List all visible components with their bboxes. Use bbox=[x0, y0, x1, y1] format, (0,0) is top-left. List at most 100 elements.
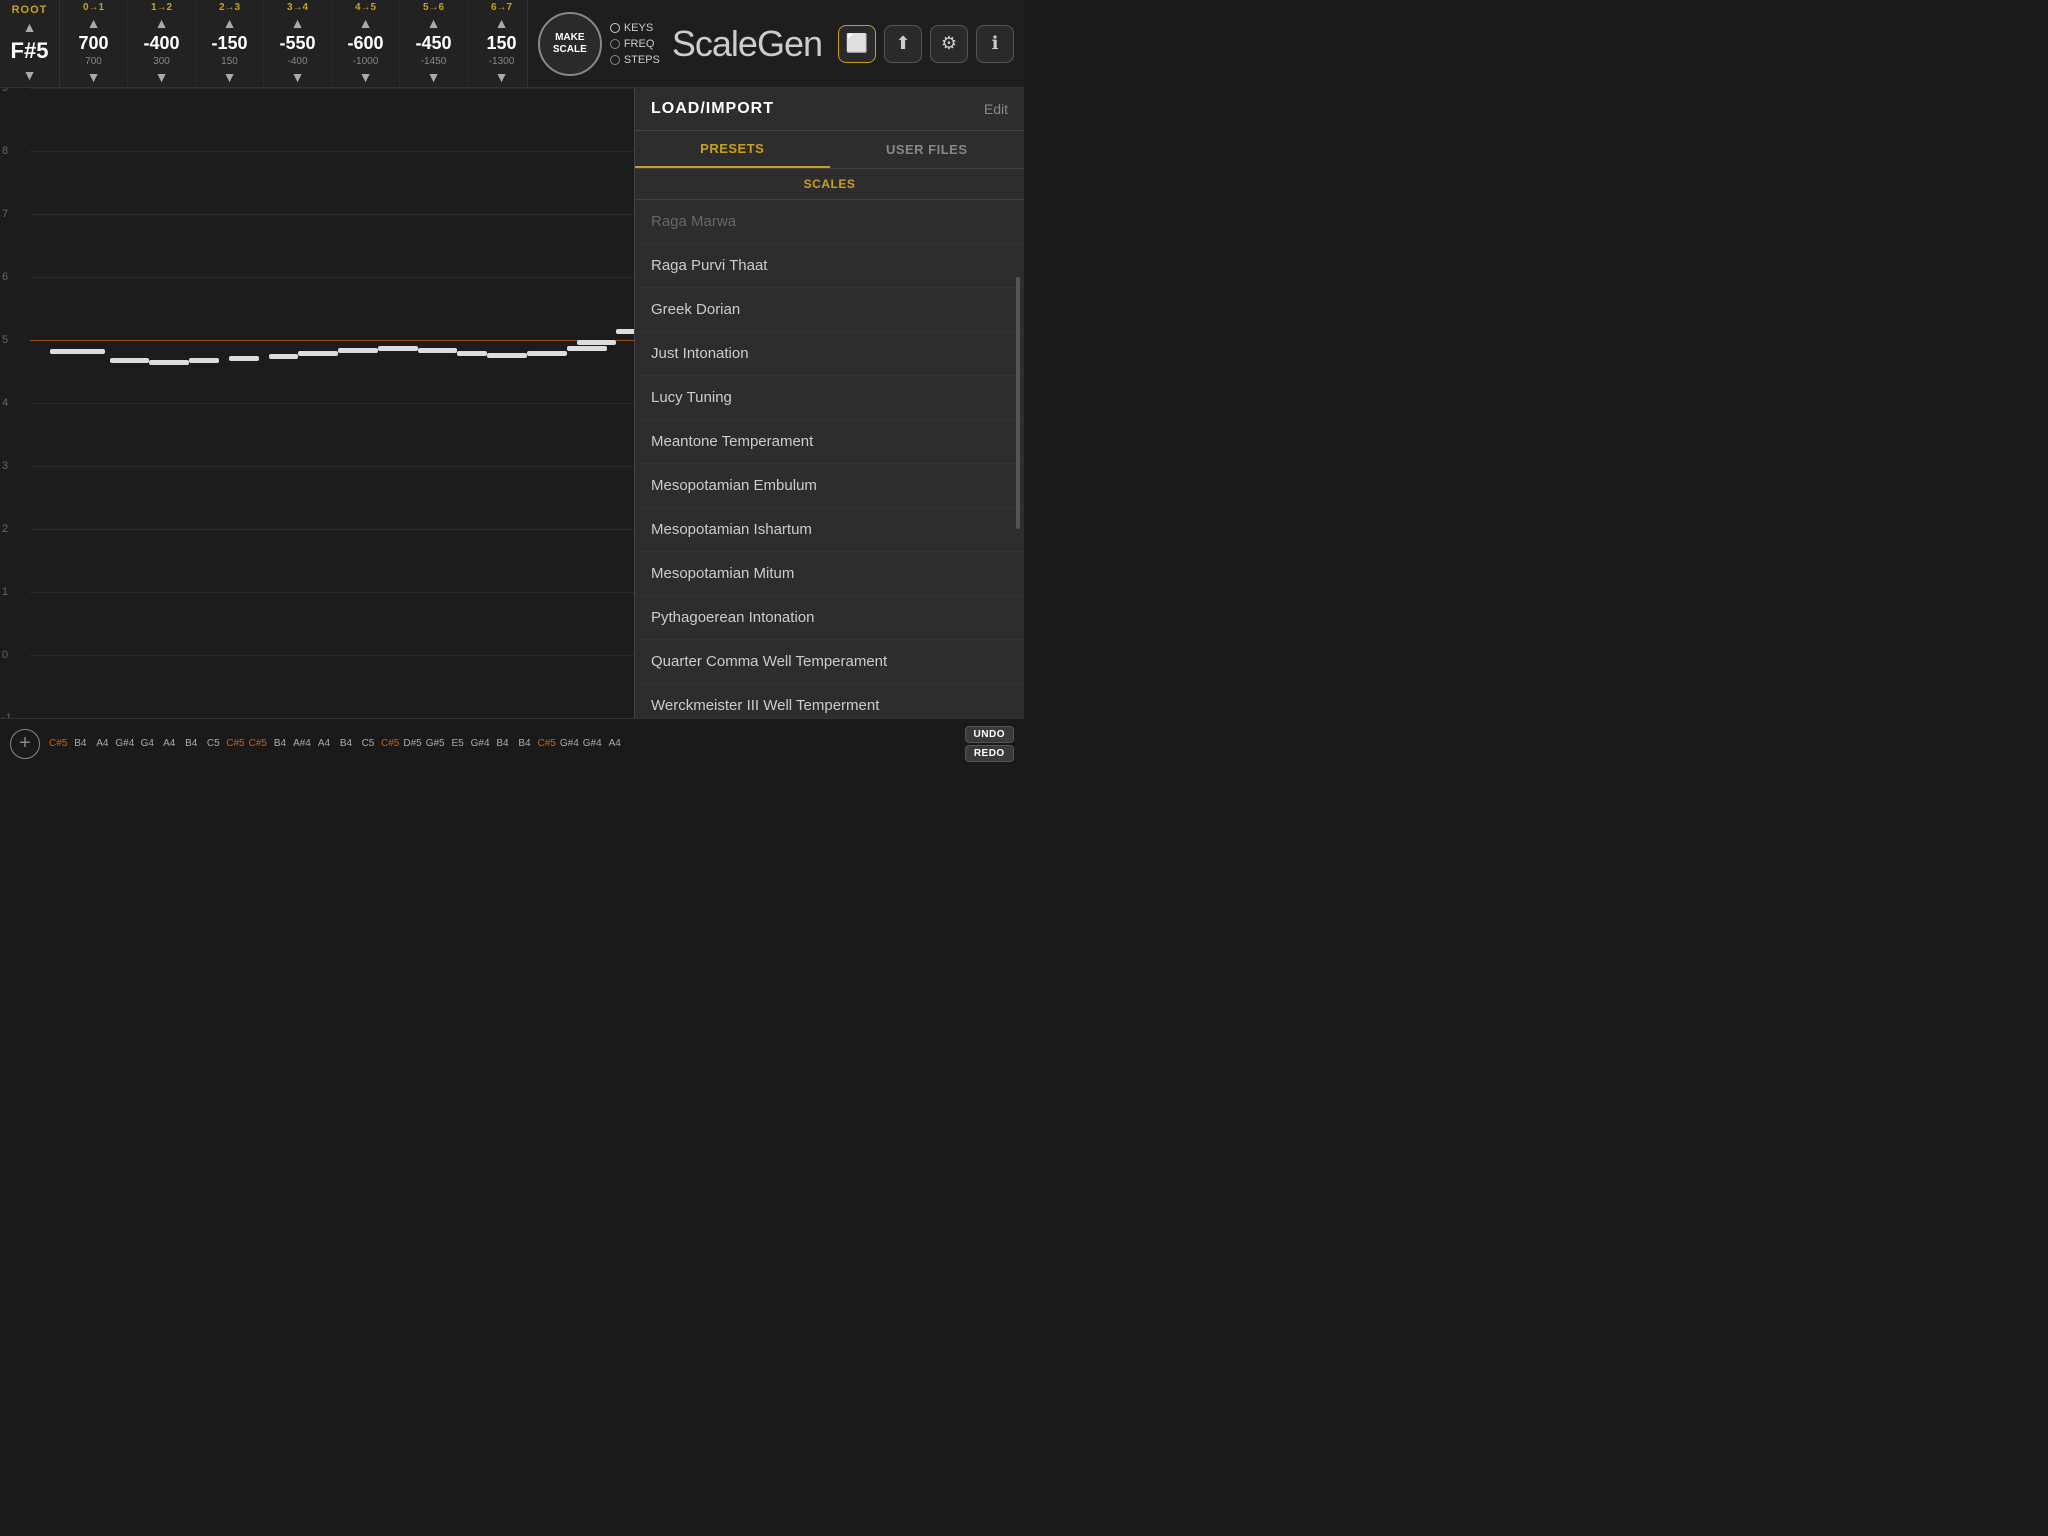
interval-col-5: 5→6 ▲ -450 -1450 ▼ bbox=[400, 0, 468, 87]
interval-down-0[interactable]: ▼ bbox=[86, 69, 102, 85]
scale-item-2[interactable]: Greek Dorian bbox=[635, 288, 1024, 332]
scale-item-6[interactable]: Mesopotamian Embulum bbox=[635, 464, 1024, 508]
user-files-tab[interactable]: USER FILES bbox=[830, 131, 1025, 168]
interval-value-3: -550 bbox=[279, 33, 315, 54]
note-bar-0 bbox=[50, 349, 105, 354]
interval-up-2[interactable]: ▲ bbox=[222, 15, 238, 31]
note-bar-2 bbox=[149, 360, 189, 365]
interval-down-2[interactable]: ▼ bbox=[222, 69, 238, 85]
note-label-13: B4 bbox=[336, 736, 356, 751]
interval-col-0: 0→1 ▲ 700 700 ▼ bbox=[60, 0, 128, 87]
interval-col-1: 1→2 ▲ -400 300 ▼ bbox=[128, 0, 196, 87]
edit-btn[interactable]: Edit bbox=[984, 101, 1008, 117]
interval-sub-4: -1000 bbox=[353, 56, 379, 67]
scales-subtab[interactable]: SCALES bbox=[635, 169, 1024, 199]
grid-label-8: 8 bbox=[2, 145, 8, 157]
note-bar-14 bbox=[577, 340, 617, 345]
interval-down-6[interactable]: ▼ bbox=[494, 69, 510, 85]
note-bar-11 bbox=[487, 353, 527, 358]
interval-label-2: 2→3 bbox=[219, 2, 240, 13]
tabs-row: PRESETS USER FILES bbox=[635, 131, 1024, 169]
make-scale-btn[interactable]: MAKESCALE bbox=[538, 12, 602, 76]
interval-up-3[interactable]: ▲ bbox=[290, 15, 306, 31]
radio-circle-steps bbox=[610, 55, 620, 65]
interval-up-1[interactable]: ▲ bbox=[154, 15, 170, 31]
note-bar-10 bbox=[457, 351, 487, 356]
radio-steps-label: STEPS bbox=[624, 54, 660, 66]
note-label-20: B4 bbox=[493, 736, 513, 751]
interval-col-6: 6→7 ▲ 150 -1300 ▼ bbox=[468, 0, 536, 87]
scale-item-0[interactable]: Raga Marwa bbox=[635, 200, 1024, 244]
interval-label-5: 5→6 bbox=[423, 2, 444, 13]
scale-item-5[interactable]: Meantone Temperament bbox=[635, 420, 1024, 464]
interval-label-1: 1→2 bbox=[151, 2, 172, 13]
redo-btn[interactable]: REDO bbox=[965, 745, 1014, 762]
top-bar: ROOT ▲ F#5 ▼ 0→1 ▲ 700 700 ▼ 1→2 ▲ -400 … bbox=[0, 0, 1024, 88]
subtabs-row: SCALES bbox=[635, 169, 1024, 200]
undo-btn[interactable]: UNDO bbox=[965, 726, 1014, 743]
note-label-12: A4 bbox=[314, 736, 334, 751]
note-label-21: B4 bbox=[515, 736, 535, 751]
interval-down-4[interactable]: ▼ bbox=[358, 69, 374, 85]
note-label-2: A4 bbox=[92, 736, 112, 751]
note-label-17: G#5 bbox=[425, 736, 446, 751]
interval-up-6[interactable]: ▲ bbox=[494, 15, 510, 31]
note-bar-9 bbox=[418, 348, 458, 353]
interval-col-4: 4→5 ▲ -600 -1000 ▼ bbox=[332, 0, 400, 87]
scale-item-8[interactable]: Mesopotamian Mitum bbox=[635, 552, 1024, 596]
note-labels: C#5B4A4G#4G4A4B4C5C#5C#5B4A#4A4B4C5C#5D#… bbox=[48, 736, 1014, 751]
note-label-24: G#4 bbox=[582, 736, 603, 751]
presets-tab[interactable]: PRESETS bbox=[635, 131, 830, 168]
scale-item-4[interactable]: Lucy Tuning bbox=[635, 376, 1024, 420]
note-label-7: C5 bbox=[203, 736, 223, 751]
interval-sub-5: -1450 bbox=[421, 56, 447, 67]
note-label-16: D#5 bbox=[402, 736, 422, 751]
interval-down-5[interactable]: ▼ bbox=[426, 69, 442, 85]
radio-keys[interactable]: KEYS bbox=[610, 22, 660, 34]
scale-item-1[interactable]: Raga Purvi Thaat bbox=[635, 244, 1024, 288]
info-btn[interactable]: ℹ bbox=[976, 25, 1014, 63]
interval-value-2: -150 bbox=[211, 33, 247, 54]
export-icon: ⬆ bbox=[895, 33, 910, 54]
interval-sub-2: 150 bbox=[221, 56, 238, 67]
interval-sub-0: 700 bbox=[85, 56, 102, 67]
scale-item-9[interactable]: Pythagoerean Intonation bbox=[635, 596, 1024, 640]
scrollbar-indicator bbox=[1016, 277, 1020, 529]
note-bar-3 bbox=[189, 358, 219, 363]
interval-label-0: 0→1 bbox=[83, 2, 104, 13]
grid-label-3: 3 bbox=[2, 460, 8, 472]
scale-item-7[interactable]: Mesopotamian Ishartum bbox=[635, 508, 1024, 552]
radio-freq-label: FREQ bbox=[624, 38, 655, 50]
interval-sub-6: -1300 bbox=[489, 56, 515, 67]
interval-down-1[interactable]: ▼ bbox=[154, 69, 170, 85]
settings-btn[interactable]: ⚙ bbox=[930, 25, 968, 63]
grid-label-2: 2 bbox=[2, 523, 8, 535]
root-up-btn[interactable]: ▲ bbox=[22, 19, 38, 35]
scale-list[interactable]: Raga MarwaRaga Purvi ThaatGreek DorianJu… bbox=[635, 200, 1024, 718]
note-bar-4 bbox=[229, 356, 259, 361]
folder-btn[interactable]: ⬜ bbox=[838, 25, 876, 63]
grid-label-1: 1 bbox=[2, 586, 8, 598]
export-btn[interactable]: ⬆ bbox=[884, 25, 922, 63]
interval-up-0[interactable]: ▲ bbox=[86, 15, 102, 31]
radio-freq[interactable]: FREQ bbox=[610, 38, 660, 50]
radio-keys-label: KEYS bbox=[624, 22, 653, 34]
scale-item-10[interactable]: Quarter Comma Well Temperament bbox=[635, 640, 1024, 684]
note-label-6: B4 bbox=[181, 736, 201, 751]
radio-steps[interactable]: STEPS bbox=[610, 54, 660, 66]
interval-up-4[interactable]: ▲ bbox=[358, 15, 374, 31]
interval-label-3: 3→4 bbox=[287, 2, 308, 13]
add-btn[interactable]: + bbox=[10, 729, 40, 759]
scale-item-3[interactable]: Just Intonation bbox=[635, 332, 1024, 376]
grid-label-9: 9 bbox=[2, 88, 8, 94]
interval-up-5[interactable]: ▲ bbox=[426, 15, 442, 31]
folder-icon: ⬜ bbox=[846, 33, 868, 54]
note-bar-13 bbox=[567, 346, 607, 351]
scale-item-11[interactable]: Werckmeister III Well Temperment bbox=[635, 684, 1024, 718]
note-label-19: G#4 bbox=[470, 736, 491, 751]
interval-down-3[interactable]: ▼ bbox=[290, 69, 306, 85]
root-value: F#5 bbox=[11, 38, 49, 64]
root-down-btn[interactable]: ▼ bbox=[22, 67, 38, 83]
interval-label-4: 4→5 bbox=[355, 2, 376, 13]
grid-label-5: 5 bbox=[2, 334, 8, 346]
